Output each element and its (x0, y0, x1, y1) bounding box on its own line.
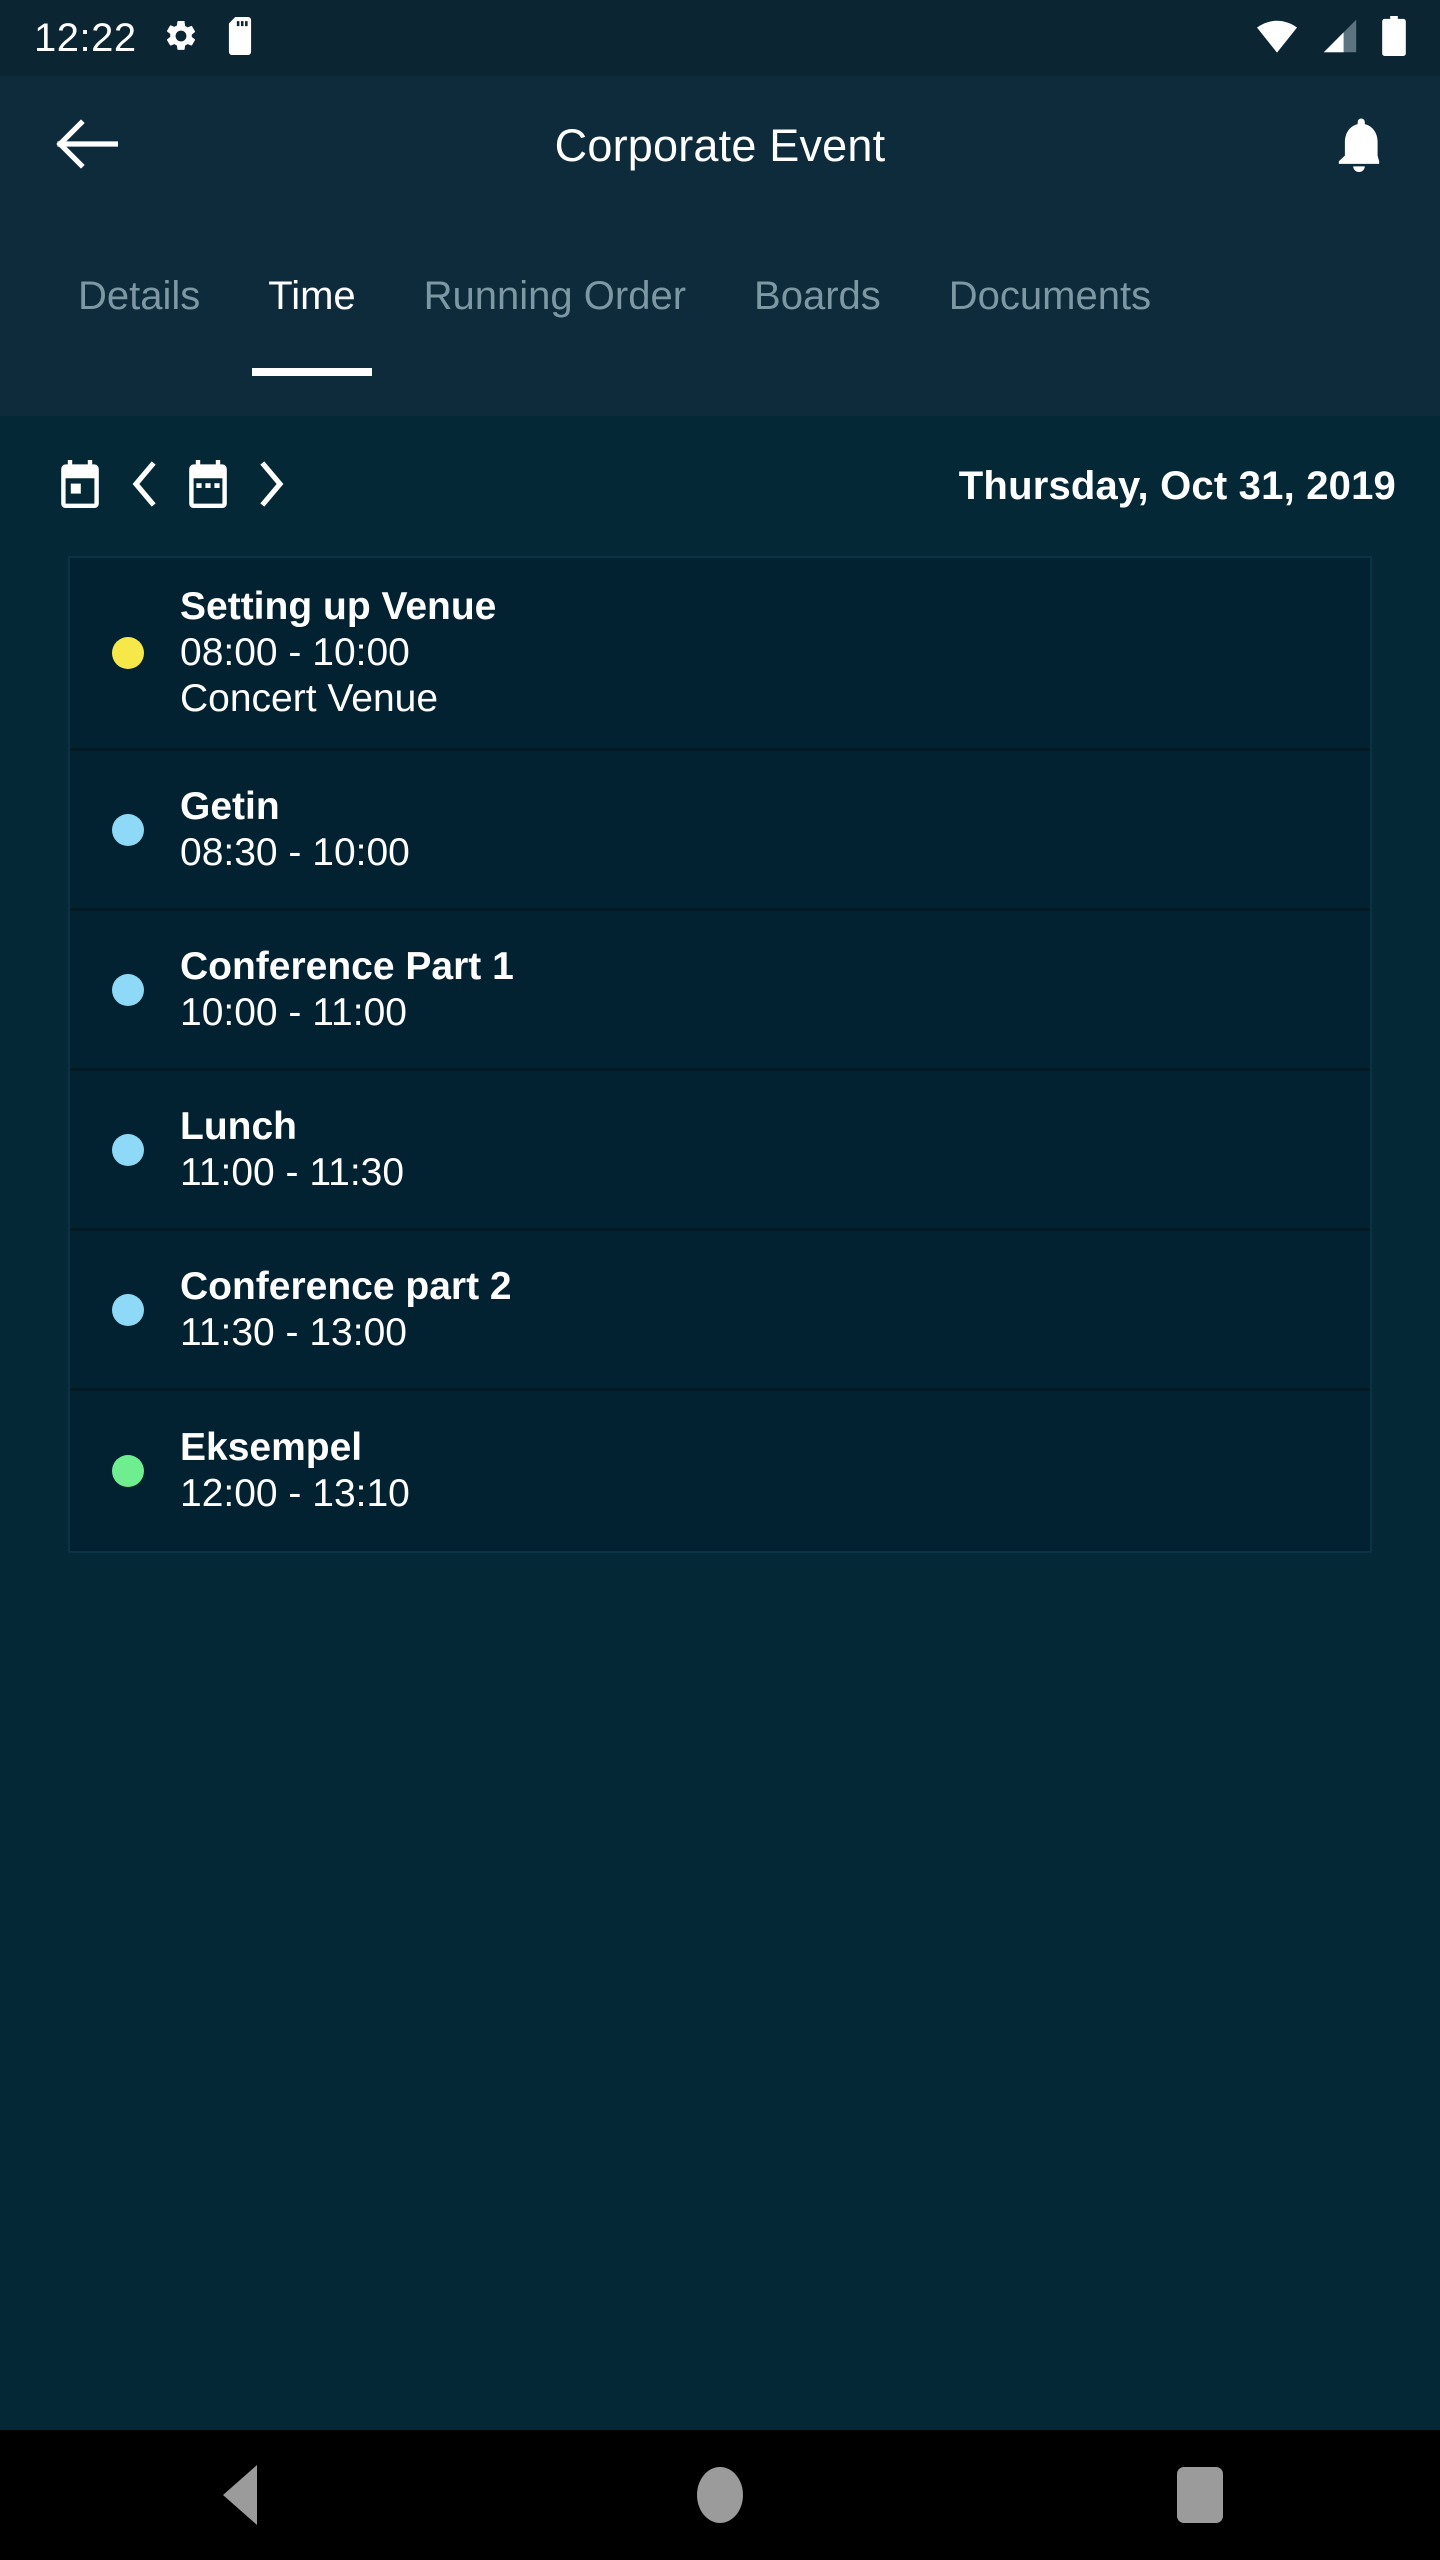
wifi-icon (1256, 18, 1298, 59)
event-title: Eksempel (180, 1426, 363, 1470)
event-time: 11:30 - 13:00 (180, 1310, 407, 1354)
app-root: 12:22 Corporate Event Details Time Runni… (0, 0, 1440, 2560)
agenda-list: Setting up Venue 08:00 - 10:00 Concert V… (68, 556, 1372, 1554)
tab-label: Time (268, 273, 356, 318)
empty-space (0, 1991, 1440, 2431)
event-body: Conference Part 1 10:00 - 11:00 (180, 944, 514, 1036)
date-nav-controls (58, 459, 286, 513)
event-time: 08:00 - 10:00 (180, 631, 410, 675)
date-nav-bar: Thursday, Oct 31, 2019 (0, 416, 1440, 556)
bell-icon (1334, 116, 1384, 177)
selected-date-label: Thursday, Oct 31, 2019 (958, 463, 1396, 508)
nav-recents-button[interactable] (1100, 2430, 1300, 2560)
square-recents-icon (1177, 2467, 1223, 2524)
event-time: 12:00 - 13:10 (180, 1472, 410, 1516)
event-body: Conference part 2 11:30 - 13:00 (180, 1264, 512, 1356)
sd-card-icon (225, 16, 255, 60)
event-time: 11:00 - 11:30 (180, 1150, 405, 1194)
tab-label: Details (78, 273, 201, 318)
tab-details[interactable]: Details (44, 216, 234, 376)
tab-time[interactable]: Time (234, 216, 389, 376)
page-title: Corporate Event (554, 120, 886, 171)
calendar-today-icon (58, 459, 102, 513)
agenda-item[interactable]: Eksempel 12:00 - 13:10 (70, 1391, 1370, 1552)
agenda-item[interactable]: Conference Part 1 10:00 - 11:00 (70, 911, 1370, 1072)
nav-back-button[interactable] (140, 2430, 340, 2560)
event-title: Getin (180, 784, 280, 828)
battery-icon (1382, 15, 1406, 61)
android-nav-bar (0, 2430, 1440, 2560)
status-clock: 12:22 (34, 15, 137, 60)
event-body: Eksempel 12:00 - 13:10 (180, 1425, 410, 1517)
cell-signal-icon (1320, 18, 1360, 59)
app-bar: Corporate Event (0, 76, 1440, 216)
triangle-back-icon (223, 2465, 257, 2526)
calendar-picker-icon (186, 459, 230, 513)
event-color-dot (112, 637, 144, 670)
tab-label: Running Order (423, 273, 687, 318)
chevron-left-icon (130, 460, 158, 512)
event-title: Setting up Venue (180, 585, 497, 628)
status-bar: 12:22 (0, 0, 1440, 76)
event-body: Getin 08:30 - 10:00 (180, 784, 410, 876)
event-color-dot (112, 973, 144, 1006)
previous-day-button[interactable] (130, 460, 158, 512)
back-button[interactable] (56, 118, 119, 174)
agenda-item[interactable]: Setting up Venue 08:00 - 10:00 Concert V… (70, 558, 1370, 752)
next-day-button[interactable] (258, 460, 286, 512)
event-color-dot (112, 813, 144, 846)
agenda-item[interactable]: Lunch 11:00 - 11:30 (70, 1071, 1370, 1232)
event-body: Setting up Venue 08:00 - 10:00 Concert V… (180, 584, 496, 722)
event-time: 10:00 - 11:00 (180, 990, 407, 1034)
event-title: Lunch (180, 1104, 297, 1148)
agenda-item[interactable]: Conference part 2 11:30 - 13:00 (70, 1231, 1370, 1392)
tab-label: Documents (948, 273, 1152, 318)
tab-running-order[interactable]: Running Order (390, 216, 720, 376)
event-time: 08:30 - 10:00 (180, 830, 410, 874)
gear-icon (163, 18, 199, 59)
circle-home-icon (697, 2467, 743, 2524)
arrow-left-icon (56, 118, 119, 174)
event-color-dot (112, 1455, 144, 1488)
nav-home-button[interactable] (620, 2430, 820, 2560)
event-color-dot (112, 1293, 144, 1326)
event-title: Conference Part 1 (180, 944, 514, 988)
tab-documents[interactable]: Documents (915, 216, 1185, 376)
event-color-dot (112, 1133, 144, 1166)
event-location: Concert Venue (180, 677, 439, 721)
tab-boards[interactable]: Boards (720, 216, 915, 376)
tab-bar[interactable]: Details Time Running Order Boards Docume… (0, 216, 1440, 416)
chevron-right-icon (258, 460, 286, 512)
agenda-item[interactable]: Getin 08:30 - 10:00 (70, 751, 1370, 912)
event-title: Conference part 2 (180, 1264, 512, 1308)
today-button[interactable] (58, 459, 102, 513)
notifications-button[interactable] (1334, 116, 1384, 177)
status-bar-right (1256, 15, 1406, 61)
event-body: Lunch 11:00 - 11:30 (180, 1104, 404, 1196)
tab-label: Boards (754, 273, 881, 318)
calendar-picker-button[interactable] (186, 459, 230, 513)
agenda-list-container: Setting up Venue 08:00 - 10:00 Concert V… (0, 556, 1440, 1992)
status-bar-left: 12:22 (34, 16, 255, 61)
